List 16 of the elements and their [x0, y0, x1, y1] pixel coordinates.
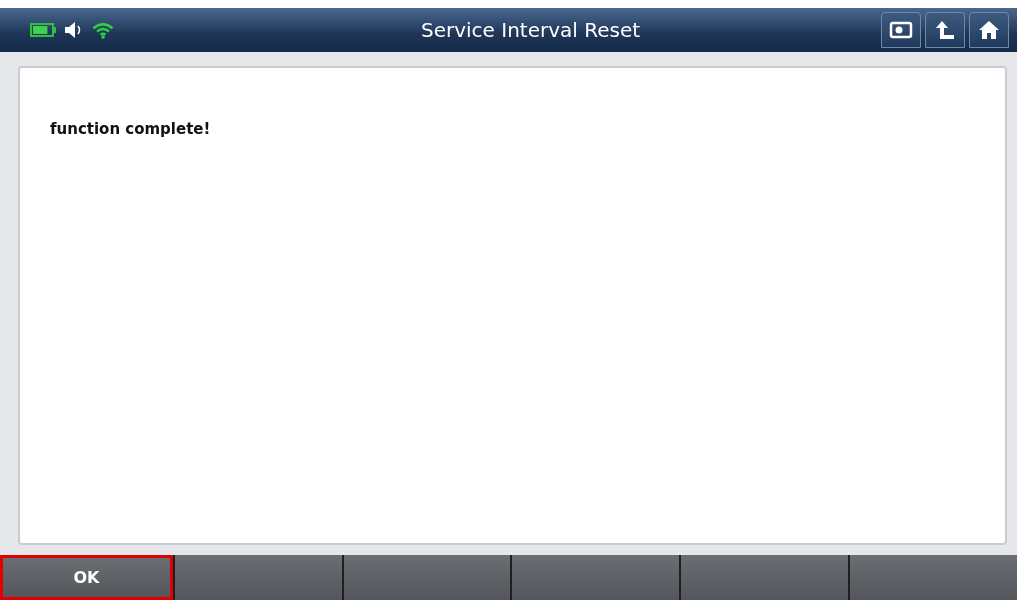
battery-icon	[30, 22, 58, 38]
screenshot-button[interactable]	[881, 12, 921, 48]
function-key[interactable]	[850, 555, 1017, 600]
function-key[interactable]	[681, 555, 849, 600]
home-icon	[978, 19, 1000, 41]
home-button[interactable]	[969, 12, 1009, 48]
window-title: Service Interval Reset	[419, 18, 642, 42]
back-button[interactable]	[925, 12, 965, 48]
function-key[interactable]	[343, 555, 511, 600]
function-key[interactable]	[512, 555, 680, 600]
wifi-icon	[92, 21, 114, 39]
camera-icon	[889, 21, 913, 39]
ok-button[interactable]: OK	[0, 555, 173, 600]
function-key[interactable]	[174, 555, 342, 600]
message-text: function complete!	[50, 120, 212, 138]
up-arrow-icon	[934, 19, 956, 41]
